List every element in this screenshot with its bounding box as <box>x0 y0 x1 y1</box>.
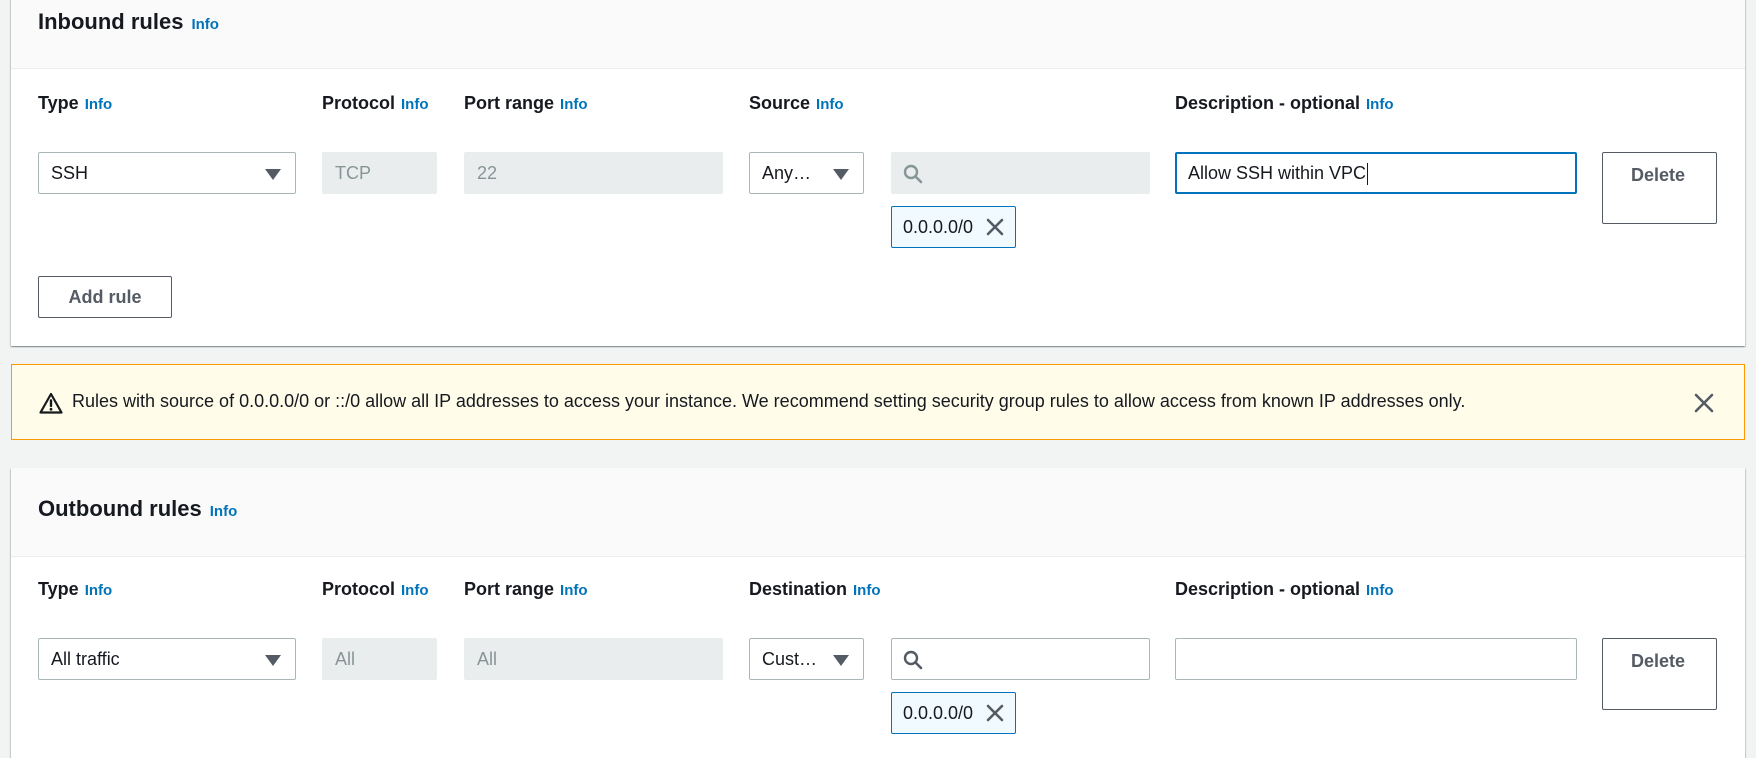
inbound-source-token: 0.0.0.0/0 <box>891 206 1017 248</box>
outbound-type-label: Type Info <box>38 579 112 600</box>
caret-down-icon <box>265 655 281 666</box>
inbound-type-label-text: Type <box>38 93 79 113</box>
inbound-port-range-label-text: Port range <box>464 93 555 113</box>
inbound-rules-header: Inbound rules Info <box>11 0 1745 69</box>
inbound-source-token-label: 0.0.0.0/0 <box>903 217 974 237</box>
outbound-destination-label-text: Destination <box>749 579 848 599</box>
add-rule-button[interactable]: Add rule <box>38 276 172 318</box>
outbound-type-select[interactable]: All traffic <box>38 638 296 680</box>
outbound-delete-button[interactable]: Delete <box>1602 638 1717 710</box>
close-icon[interactable] <box>1692 391 1716 415</box>
outbound-rules-info-link[interactable]: Info <box>210 503 238 520</box>
outbound-port-range-label-text: Port range <box>464 579 555 599</box>
inbound-port-range-value: 22 <box>477 163 498 183</box>
outbound-description-input[interactable] <box>1175 638 1577 680</box>
outbound-type-value: All traffic <box>51 649 120 669</box>
text-cursor <box>1367 163 1369 186</box>
inbound-rules-title-text: Inbound rules <box>38 9 184 34</box>
outbound-destination-type-value: Cust… <box>762 649 818 669</box>
inbound-port-range-field: 22 <box>464 152 723 194</box>
inbound-type-label: Type Info <box>38 93 112 114</box>
outbound-description-info-link[interactable]: Info <box>1366 582 1394 599</box>
inbound-source-type-value: Any… <box>762 163 812 183</box>
outbound-port-range-field: All <box>464 638 723 680</box>
outbound-port-range-value: All <box>477 649 498 669</box>
outbound-destination-token-label: 0.0.0.0/0 <box>903 703 974 723</box>
inbound-protocol-field: TCP <box>322 152 437 194</box>
inbound-description-info-link[interactable]: Info <box>1366 96 1394 113</box>
outbound-destination-type-select[interactable]: Cust… <box>749 638 864 680</box>
outbound-port-range-info-link[interactable]: Info <box>560 582 588 599</box>
outbound-rules-title: Outbound rules Info <box>38 496 237 522</box>
outbound-type-info-link[interactable]: Info <box>85 582 113 599</box>
caret-down-icon <box>833 169 849 180</box>
warning-alert: Rules with source of 0.0.0.0/0 or ::/0 a… <box>11 364 1745 440</box>
outbound-protocol-label-text: Protocol <box>322 579 396 599</box>
outbound-rules-header: Outbound rules Info <box>11 468 1745 557</box>
inbound-source-label: Source Info <box>749 93 844 114</box>
outbound-destination-token: 0.0.0.0/0 <box>891 692 1017 734</box>
warning-icon <box>39 392 63 414</box>
outbound-type-label-text: Type <box>38 579 79 599</box>
outbound-port-range-label: Port range Info <box>464 579 588 600</box>
inbound-source-info-link[interactable]: Info <box>816 96 844 113</box>
inbound-port-range-label: Port range Info <box>464 93 588 114</box>
search-icon <box>903 164 923 184</box>
inbound-rules-info-link[interactable]: Info <box>191 16 219 33</box>
inbound-delete-button[interactable]: Delete <box>1602 152 1717 224</box>
outbound-description-label: Description - optional Info <box>1175 579 1394 600</box>
inbound-description-value: Allow SSH within VPC <box>1188 163 1367 183</box>
outbound-destination-info-link[interactable]: Info <box>853 582 881 599</box>
outbound-protocol-info-link[interactable]: Info <box>401 582 429 599</box>
outbound-destination-search-input[interactable] <box>891 638 1150 680</box>
search-icon <box>903 650 923 670</box>
warning-text: Rules with source of 0.0.0.0/0 or ::/0 a… <box>72 391 1466 411</box>
caret-down-icon <box>265 169 281 180</box>
outbound-protocol-field: All <box>322 638 437 680</box>
inbound-rules-title: Inbound rules Info <box>38 9 219 35</box>
inbound-type-select[interactable]: SSH <box>38 152 296 194</box>
outbound-protocol-label: Protocol Info <box>322 579 429 600</box>
inbound-port-range-info-link[interactable]: Info <box>560 96 588 113</box>
caret-down-icon <box>833 655 849 666</box>
inbound-protocol-label: Protocol Info <box>322 93 429 114</box>
outbound-destination-label: Destination Info <box>749 579 881 600</box>
inbound-type-value: SSH <box>51 163 89 183</box>
inbound-rules-panel: Inbound rules Info Type Info Protocol Info … <box>11 0 1745 346</box>
close-icon[interactable] <box>985 217 1005 237</box>
inbound-source-search-input[interactable] <box>891 152 1150 194</box>
inbound-protocol-value: TCP <box>335 163 371 183</box>
inbound-source-type-select[interactable]: Any… <box>749 152 864 194</box>
close-icon[interactable] <box>985 703 1005 723</box>
inbound-description-label: Description - optional Info <box>1175 93 1394 114</box>
outbound-rules-panel: Outbound rules Info Type Info Protocol Info… <box>11 468 1745 758</box>
inbound-type-info-link[interactable]: Info <box>85 96 113 113</box>
inbound-protocol-info-link[interactable]: Info <box>401 96 429 113</box>
inbound-source-label-text: Source <box>749 93 811 113</box>
outbound-rules-title-text: Outbound rules <box>38 496 202 521</box>
outbound-description-label-text: Description - optional <box>1175 579 1361 599</box>
inbound-description-label-text: Description - optional <box>1175 93 1361 113</box>
inbound-protocol-label-text: Protocol <box>322 93 396 113</box>
outbound-protocol-value: All <box>335 649 356 669</box>
inbound-description-input[interactable]: Allow SSH within VPC <box>1175 152 1577 194</box>
